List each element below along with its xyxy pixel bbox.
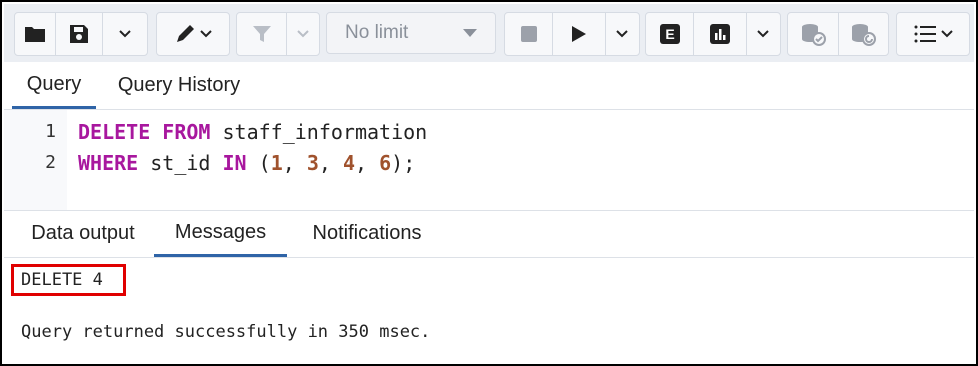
- explain-group: E: [645, 12, 781, 56]
- code-line[interactable]: DELETE FROM staff_information: [78, 120, 427, 144]
- execute-group: [504, 12, 640, 56]
- sql-text: ,: [355, 151, 380, 175]
- explain-options-dropdown[interactable]: [747, 13, 781, 55]
- transaction-group: [787, 12, 889, 56]
- execute-options-dropdown[interactable]: [606, 13, 640, 55]
- sql-text: st_id: [138, 151, 223, 175]
- macros-button[interactable]: [897, 13, 969, 55]
- explain-analyze-icon: [709, 24, 730, 44]
- save-icon: [70, 25, 88, 43]
- messages-panel: DELETE 4 Query returned successfully in …: [4, 258, 974, 362]
- tab-query-history[interactable]: Query History: [104, 62, 254, 109]
- macros-icon: [914, 25, 936, 43]
- sql-text: staff_information: [210, 120, 428, 144]
- sql-text: ,: [282, 151, 307, 175]
- chevron-down-icon: [200, 30, 212, 38]
- filter-icon: [252, 26, 271, 42]
- output-tab-bar: Data output Messages Notifications: [4, 210, 974, 258]
- save-options-dropdown[interactable]: [103, 13, 147, 55]
- explain-button[interactable]: E: [646, 13, 695, 55]
- sql-number: 6: [379, 151, 392, 175]
- sql-text: );: [391, 151, 416, 175]
- sql-number: 3: [306, 151, 319, 175]
- tab-messages[interactable]: Messages: [154, 210, 287, 257]
- execute-button[interactable]: [553, 13, 606, 55]
- edit-group: [156, 12, 230, 56]
- row-limit-value: No limit: [345, 22, 409, 43]
- line-number: 1: [45, 121, 56, 142]
- tab-query-label: Query: [26, 72, 82, 95]
- rollback-button[interactable]: [839, 13, 889, 55]
- save-file-button[interactable]: [56, 13, 103, 55]
- query-tool-window: No limit E Query Query History 1 2 DELET…: [0, 0, 978, 366]
- edit-icon: [177, 25, 194, 42]
- sql-text: (: [246, 151, 271, 175]
- sql-number: 4: [342, 151, 356, 175]
- caret-down-icon: [463, 29, 477, 37]
- sql-keyword: WHERE: [78, 151, 139, 175]
- filter-group: [236, 12, 320, 56]
- sql-number: 1: [270, 151, 283, 175]
- chevron-down-icon: [616, 30, 628, 38]
- sql-keyword: DELETE FROM: [78, 120, 211, 144]
- result-message: DELETE 4: [21, 270, 103, 290]
- chevron-down-icon: [941, 30, 953, 38]
- rollback-icon: [852, 24, 877, 46]
- file-group: [14, 12, 148, 56]
- folder-open-icon: [25, 27, 45, 42]
- stop-button[interactable]: [505, 13, 554, 55]
- svg-text:E: E: [665, 26, 674, 42]
- chevron-down-icon: [297, 30, 309, 38]
- query-tab-bar: Query Query History: [4, 62, 974, 110]
- chevron-down-icon: [757, 30, 769, 38]
- toolbar: No limit E: [4, 4, 974, 62]
- execute-icon: [571, 26, 586, 42]
- tab-data-output-label: Data output: [31, 222, 135, 244]
- filter-options-dropdown[interactable]: [287, 13, 319, 55]
- filter-button[interactable]: [237, 13, 288, 55]
- status-message: Query returned successfully in 350 msec.: [21, 322, 431, 342]
- stop-icon: [520, 26, 537, 42]
- line-number: 2: [45, 152, 56, 173]
- explain-analyze-button[interactable]: [694, 13, 747, 55]
- edit-button[interactable]: [157, 13, 229, 55]
- macros-group: [896, 12, 970, 56]
- tab-notifications-label: Notifications: [312, 222, 422, 244]
- line-number-gutter: 1 2: [4, 110, 67, 210]
- code-line[interactable]: WHERE st_id IN (1, 3, 4, 6);: [78, 151, 415, 175]
- open-file-button[interactable]: [15, 13, 56, 55]
- tab-data-output[interactable]: Data output: [12, 210, 154, 257]
- tab-messages-label: Messages: [174, 220, 267, 243]
- row-limit-select[interactable]: No limit: [326, 12, 496, 54]
- sql-text: ,: [318, 151, 343, 175]
- tab-notifications[interactable]: Notifications: [289, 210, 445, 257]
- sql-editor[interactable]: 1 2 DELETE FROM staff_information WHERE …: [4, 110, 974, 211]
- commit-icon: [801, 24, 826, 46]
- commit-button[interactable]: [788, 13, 839, 55]
- tab-query[interactable]: Query: [12, 62, 96, 109]
- sql-keyword: IN: [222, 151, 247, 175]
- explain-icon: E: [659, 24, 680, 44]
- chevron-down-icon: [119, 30, 131, 38]
- tab-query-history-label: Query History: [117, 74, 241, 96]
